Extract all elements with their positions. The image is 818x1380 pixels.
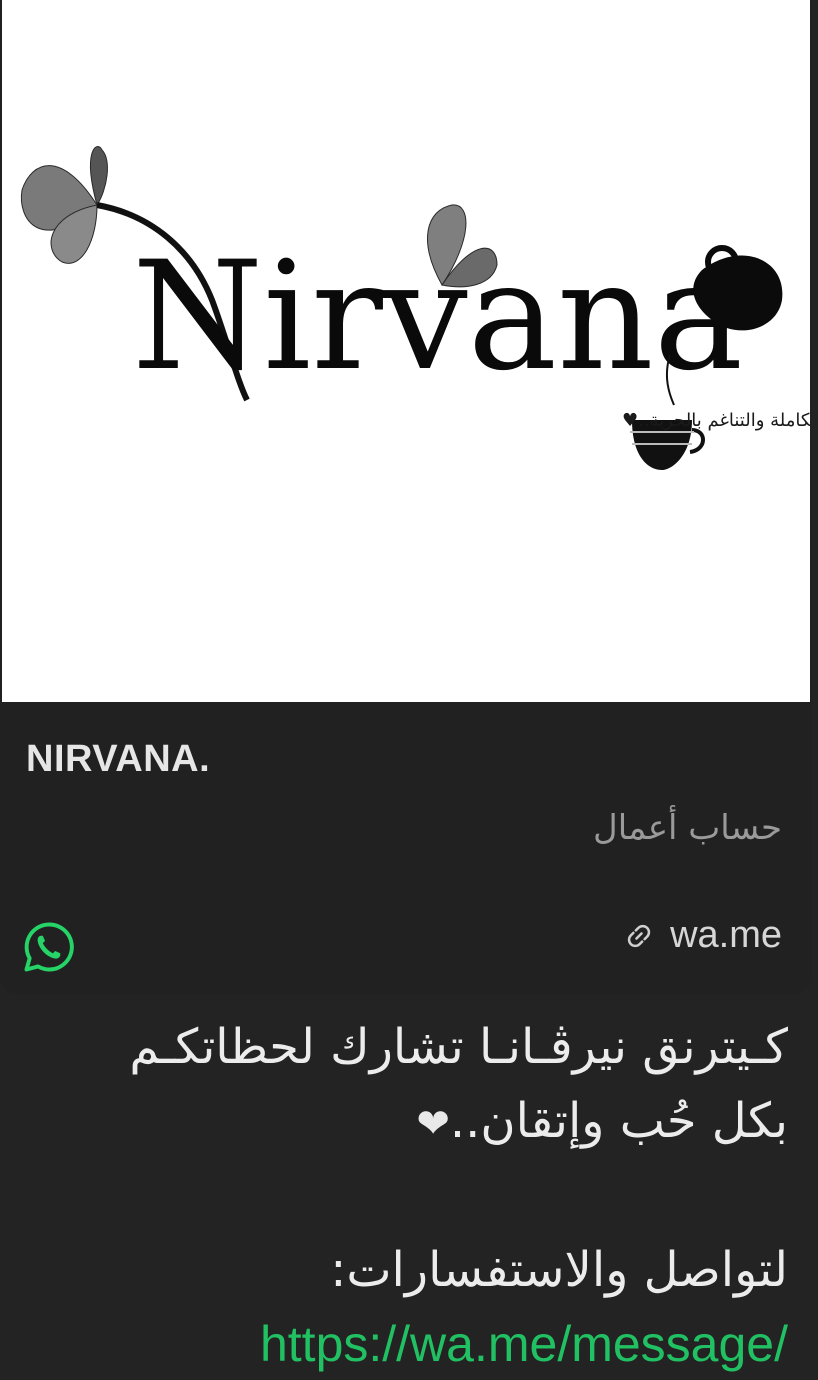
message-line-2: بكل حُب وإتقان..❤ xyxy=(28,1084,788,1161)
preview-domain: wa.me xyxy=(670,914,782,956)
chat-screen: Nirvana حالة من السعادة الكاملة والتناغم… xyxy=(0,0,818,1380)
nirvana-logo: Nirvana حالة من السعادة الكاملة والتناغم… xyxy=(20,146,810,470)
preview-domain-row[interactable]: wa.me xyxy=(624,914,782,957)
logo-tagline: حالة من السعادة الكاملة والتناغم بالحرية… xyxy=(622,410,810,431)
preview-subtitle: حساب أعمال xyxy=(593,808,782,848)
preview-image[interactable]: Nirvana حالة من السعادة الكاملة والتناغم… xyxy=(2,0,810,702)
ginkgo-flower-left xyxy=(20,146,108,264)
link-preview-card[interactable]: Nirvana حالة من السعادة الكاملة والتناغم… xyxy=(0,0,812,994)
link-icon xyxy=(627,924,651,947)
message-line-2-text: بكل حُب وإتقان.. xyxy=(449,1093,788,1149)
message-link[interactable]: https://wa.me/message/ xyxy=(28,1307,788,1380)
logo-wordmark: Nirvana xyxy=(132,230,743,404)
message-line-1: كـيترنق نيرڤـانـا تشارك لحظاتكـم xyxy=(129,1019,788,1075)
message-gap xyxy=(28,1161,788,1233)
heart-icon: ❤ xyxy=(416,1101,450,1147)
whatsapp-icon[interactable] xyxy=(22,920,76,974)
preview-title: NIRVANA. xyxy=(26,738,211,780)
message-line-3: لتواصل والاستفسارات: xyxy=(330,1242,788,1298)
message-text: كـيترنق نيرڤـانـا تشارك لحظاتكـم بكل حُب… xyxy=(28,1010,788,1380)
